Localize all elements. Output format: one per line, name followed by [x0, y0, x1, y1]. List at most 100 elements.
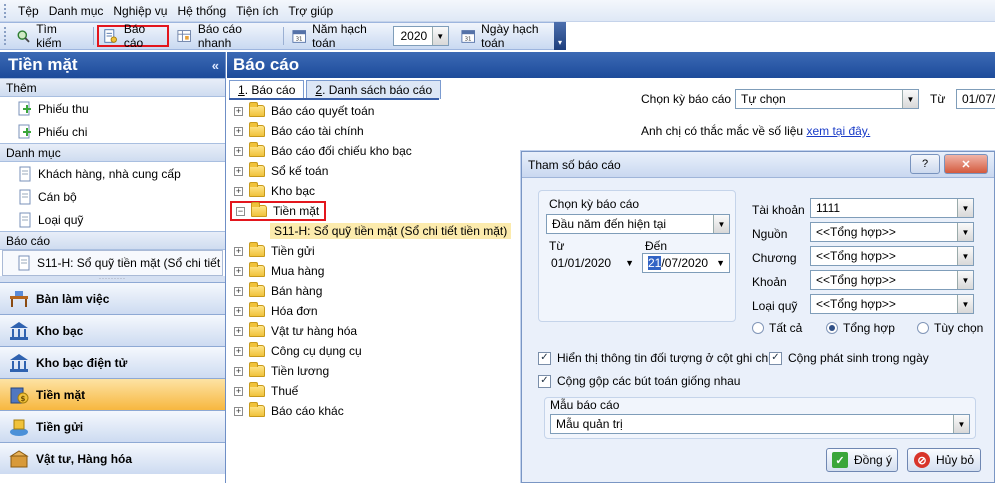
- expand-icon[interactable]: +: [234, 326, 243, 336]
- expand-icon[interactable]: +: [234, 126, 243, 136]
- nav-deposit-label: Tiền gửi: [36, 419, 84, 434]
- chapter-select[interactable]: <<Tổng hợp>> ▼: [810, 246, 974, 266]
- tree-item[interactable]: + Thuế: [230, 381, 520, 401]
- source-select[interactable]: <<Tổng hợp>> ▼: [810, 222, 974, 242]
- tab-reports[interactable]: 1. Báo cáo: [229, 80, 305, 99]
- template-select[interactable]: Mẫu quản trị ▼: [550, 414, 970, 434]
- tree-item[interactable]: + Tiền gửi: [230, 241, 520, 261]
- tree-item[interactable]: + Kho bạc: [230, 181, 520, 201]
- nav-desk[interactable]: Bàn làm việc: [0, 282, 225, 314]
- expand-icon[interactable]: +: [234, 146, 243, 156]
- item-select[interactable]: <<Tổng hợp>> ▼: [810, 270, 974, 290]
- from-date-input[interactable]: 01/07/: [956, 89, 995, 109]
- collapse-icon[interactable]: −: [236, 206, 245, 216]
- folder-icon: [249, 382, 265, 397]
- tree-item[interactable]: + Sổ kế toán: [230, 161, 520, 181]
- link-staff[interactable]: Cán bộ: [0, 185, 225, 208]
- link-payment[interactable]: Phiếu chi: [0, 120, 225, 143]
- tree-item[interactable]: + Báo cáo quyết toán: [230, 101, 520, 121]
- chevron-down-icon[interactable]: ▼: [713, 215, 729, 233]
- report-button[interactable]: Báo cáo: [97, 22, 170, 50]
- tree-item[interactable]: + Vật tư hàng hóa: [230, 321, 520, 341]
- radio-summary[interactable]: Tổng hợp: [826, 321, 895, 335]
- expand-icon[interactable]: +: [234, 246, 243, 256]
- tree-item[interactable]: + Tiền lương: [230, 361, 520, 381]
- ok-button[interactable]: ✓ Đồng ý: [826, 448, 898, 472]
- chevron-down-icon[interactable]: ▼: [957, 199, 973, 217]
- expand-icon[interactable]: +: [234, 266, 243, 276]
- account-select[interactable]: 1111 ▼: [810, 198, 974, 218]
- period-select[interactable]: Tự chọn ▼: [735, 89, 919, 109]
- collapse-icon[interactable]: «: [212, 58, 219, 73]
- fund-select[interactable]: <<Tổng hợp>> ▼: [810, 294, 974, 314]
- close-button[interactable]: ✕: [944, 154, 988, 174]
- menu-operations[interactable]: Nghiệp vụ: [113, 4, 167, 18]
- menu-system[interactable]: Hệ thống: [177, 4, 226, 18]
- tree-item[interactable]: + Công cụ dụng cụ: [230, 341, 520, 361]
- link-fund-type[interactable]: Loại quỹ: [0, 208, 225, 231]
- expand-icon[interactable]: +: [234, 106, 243, 116]
- radio-all[interactable]: Tất cả: [752, 321, 802, 335]
- menu-utilities[interactable]: Tiện ích: [236, 4, 278, 18]
- chevron-down-icon[interactable]: ▼: [902, 90, 918, 108]
- link-cash-ledger-label: S11-H: Sổ quỹ tiền mặt (Sổ chi tiết: [37, 256, 221, 270]
- chk-show-object[interactable]: ✓ Hiển thị thông tin đối tượng ở cột ghi …: [538, 351, 775, 365]
- expand-icon[interactable]: +: [234, 286, 243, 296]
- dialog-to-date[interactable]: 21/07/2020 ▼: [642, 253, 730, 273]
- dialog-from-date[interactable]: 01/01/2020 ▼: [546, 253, 634, 273]
- dialog-period-select[interactable]: Đầu năm đến hiện tại ▼: [546, 214, 730, 234]
- menu-catalog[interactable]: Danh mục: [49, 4, 104, 18]
- expand-icon[interactable]: +: [234, 386, 243, 396]
- tree-item[interactable]: + Mua hàng: [230, 261, 520, 281]
- chevron-down-icon[interactable]: ▼: [957, 295, 973, 313]
- toolbar-overflow-button[interactable]: ▾: [554, 22, 566, 50]
- tree-item[interactable]: + Báo cáo tài chính: [230, 121, 520, 141]
- chevron-down-icon[interactable]: ▼: [957, 271, 973, 289]
- expand-icon[interactable]: +: [234, 406, 243, 416]
- tree-child-cash-ledger[interactable]: S11-H: Sổ quỹ tiền mặt (Sổ chi tiết tiền…: [270, 221, 520, 241]
- link-cash-ledger-report[interactable]: S11-H: Sổ quỹ tiền mặt (Sổ chi tiết: [2, 250, 223, 276]
- quick-report-button[interactable]: Báo cáo nhanh: [173, 22, 274, 50]
- quick-report-label: Báo cáo nhanh: [197, 22, 242, 50]
- chevron-down-icon[interactable]: ▼: [957, 223, 973, 241]
- expand-icon[interactable]: +: [234, 366, 243, 376]
- cancel-button[interactable]: ⊘ Hủy bỏ: [907, 448, 981, 472]
- menu-file[interactable]: Tệp: [18, 4, 39, 18]
- chevron-down-icon[interactable]: ▼: [957, 247, 973, 265]
- tab-report-list[interactable]: 2. Danh sách báo cáo: [306, 80, 442, 99]
- tree-item-label: Thuế: [271, 384, 299, 398]
- expand-icon[interactable]: +: [234, 186, 243, 196]
- tree-item-cash-highlighted[interactable]: − Tiền mặt: [230, 201, 326, 221]
- help-button[interactable]: ?: [910, 154, 940, 174]
- fiscal-year-label-group: 31 Năm hạch toán: [288, 22, 390, 50]
- tree-item[interactable]: + Báo cáo khác: [230, 401, 520, 421]
- search-button[interactable]: Tìm kiếm: [12, 22, 85, 50]
- expand-icon[interactable]: +: [234, 346, 243, 356]
- expand-icon[interactable]: +: [234, 166, 243, 176]
- chevron-down-icon[interactable]: ▼: [625, 258, 634, 268]
- tree-item-label: Báo cáo đối chiếu kho bạc: [271, 144, 412, 158]
- link-customers[interactable]: Khách hàng, nhà cung cấp: [0, 162, 225, 185]
- tree-item[interactable]: + Báo cáo đối chiếu kho bạc: [230, 141, 520, 161]
- radio-custom[interactable]: Tùy chọn: [917, 321, 983, 335]
- folder-icon: [249, 302, 265, 317]
- chevron-down-icon[interactable]: ▼: [953, 415, 969, 433]
- help-link[interactable]: xem tại đây.: [806, 124, 870, 138]
- tree-item[interactable]: + Hóa đơn: [230, 301, 520, 321]
- link-receipt[interactable]: Phiếu thu: [0, 97, 225, 120]
- chevron-down-icon[interactable]: ▼: [431, 27, 448, 45]
- tree-item[interactable]: + Bán hàng: [230, 281, 520, 301]
- chk-daily-total[interactable]: ✓ Cộng phát sinh trong ngày: [769, 351, 929, 365]
- menubar-grip: [4, 3, 8, 18]
- nav-treasury[interactable]: Kho bạc: [0, 314, 225, 346]
- menu-help[interactable]: Trợ giúp: [288, 4, 333, 18]
- expand-icon[interactable]: +: [234, 306, 243, 316]
- chevron-down-icon[interactable]: ▼: [716, 258, 725, 268]
- posting-date-button[interactable]: 31 Ngày hạch toán: [457, 22, 561, 50]
- nav-deposit[interactable]: Tiền gửi: [0, 410, 225, 442]
- chk-merge[interactable]: ✓ Cộng gộp các bút toán giống nhau: [538, 374, 740, 388]
- nav-cash[interactable]: $ Tiền mặt: [0, 378, 225, 410]
- nav-inventory[interactable]: Vật tư, Hàng hóa: [0, 442, 225, 474]
- fiscal-year-select[interactable]: 2020 ▼: [393, 26, 449, 46]
- nav-e-treasury[interactable]: Kho bạc điện tử: [0, 346, 225, 378]
